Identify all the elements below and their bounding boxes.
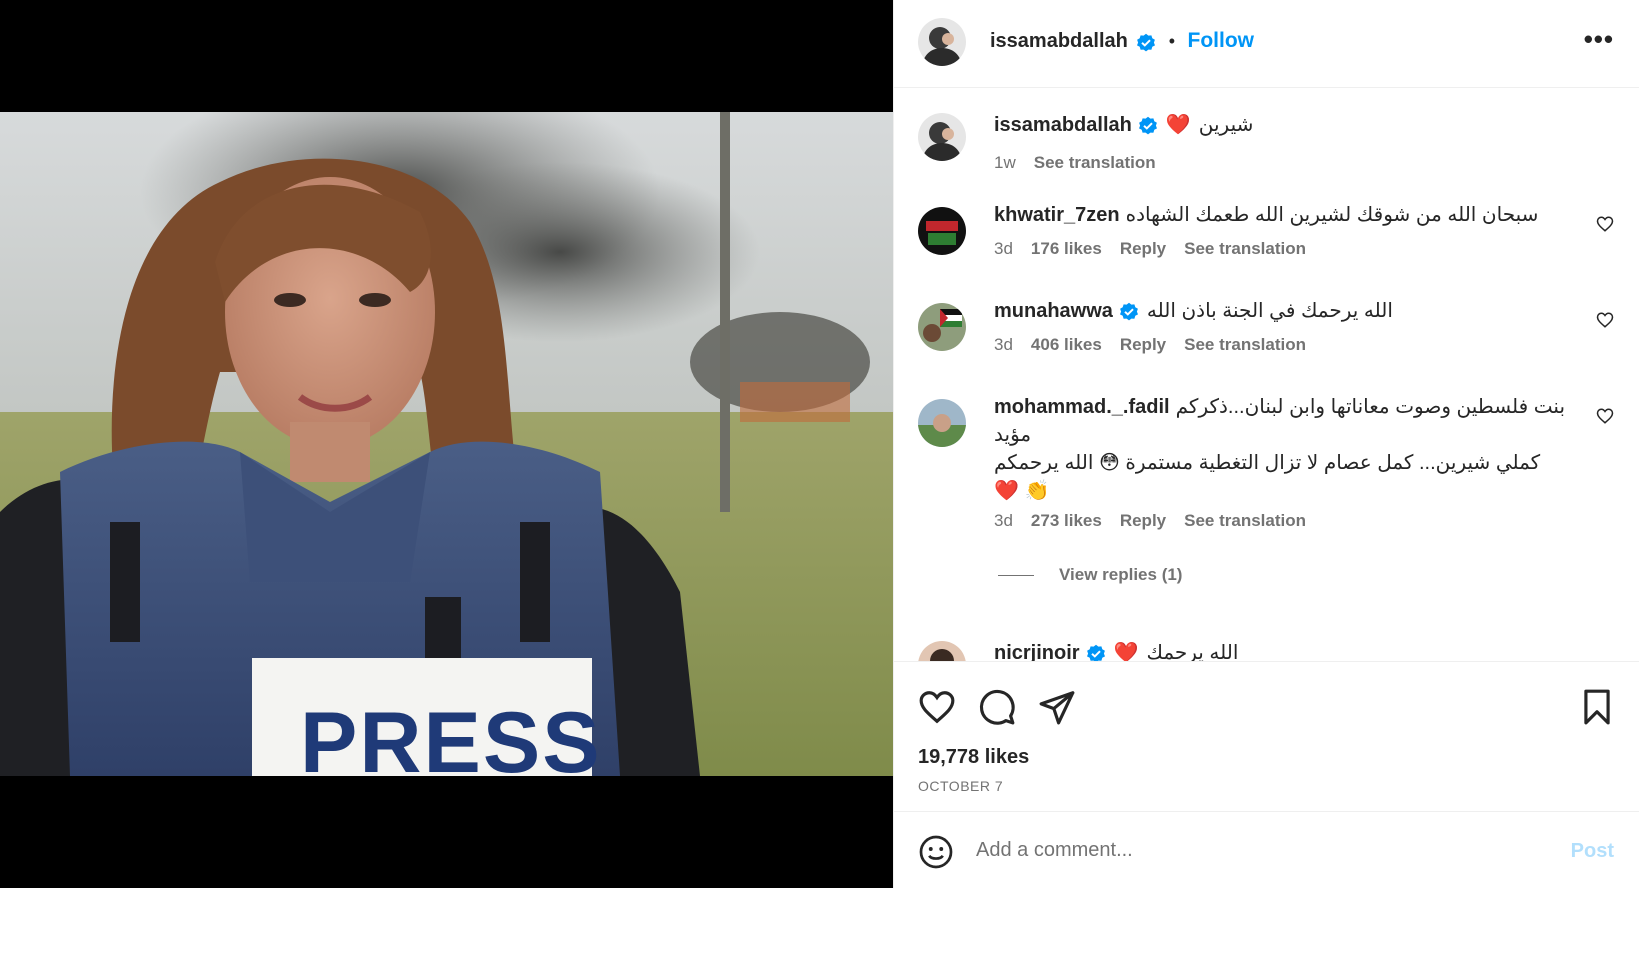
comment-text: سبحان الله من شوقك لشيرين الله طعمك الشه… [1125, 204, 1539, 226]
comment-item: munahawwa الله يرحمك في الجنة باذن الله 3… [894, 297, 1639, 377]
comment-time[interactable]: 3d [994, 335, 1013, 354]
view-replies-button[interactable]: View replies (1) [1059, 565, 1182, 585]
add-comment-input[interactable] [976, 830, 1536, 870]
post-comment-button[interactable]: Post [1571, 840, 1614, 863]
comment-reply-button[interactable]: Reply [1120, 335, 1166, 354]
caption-see-translation[interactable]: See translation [1034, 153, 1156, 172]
share-icon[interactable] [1038, 688, 1076, 726]
comment-likes[interactable]: 176 likes [1031, 239, 1102, 258]
press-patch-text: PRESS [300, 695, 602, 776]
comment-text: الله يرحمك [1146, 642, 1239, 661]
header-separator: • [1168, 31, 1176, 51]
comment-item: nicrjinoir ❤️ الله يرحمك [894, 641, 1639, 661]
post-photo: PRESS [0, 112, 893, 776]
post-header: issamabdallah • Follow ••• [894, 0, 1639, 88]
caption-emoji: ❤️ [1165, 114, 1191, 136]
post-caption: issamabdallah ❤️ شيرين 1w See translation [894, 111, 1639, 181]
comment-reply-button[interactable]: Reply [1120, 511, 1166, 530]
verified-badge-icon [1119, 302, 1138, 321]
commenter-username[interactable]: mohammad._.fadil [994, 396, 1170, 418]
comment-see-translation[interactable]: See translation [1184, 335, 1306, 354]
comments-list[interactable]: issamabdallah ❤️ شيرين 1w See translation k… [894, 89, 1639, 661]
commenter-avatar[interactable] [918, 303, 966, 351]
comment-like-heart-icon[interactable] [1596, 311, 1614, 329]
follow-button[interactable]: Follow [1188, 29, 1255, 52]
author-username[interactable]: issamabdallah [990, 30, 1128, 52]
comment-text-line2: كملي شيرين... كمل عصام لا تزال التغطية م… [994, 452, 1541, 474]
commenter-avatar[interactable] [918, 641, 966, 661]
commenter-username[interactable]: munahawwa [994, 300, 1113, 322]
post-side-panel: issamabdallah • Follow ••• issamabdallah… [893, 0, 1639, 888]
bookmark-icon[interactable] [1578, 688, 1616, 726]
emoji-icon[interactable] [918, 834, 954, 870]
caption-text: شيرين [1198, 114, 1254, 136]
post-actions: 19,778 likes OCTOBER 7 [894, 661, 1639, 811]
comment-icon[interactable] [978, 688, 1016, 726]
add-comment-bar: Post [894, 811, 1639, 888]
post-media[interactable]: PRESS [0, 0, 893, 888]
comment-like-heart-icon[interactable] [1596, 215, 1614, 233]
verified-badge-icon [1086, 644, 1105, 661]
comment-text: الله يرحمك في الجنة باذن الله [1146, 300, 1393, 322]
commenter-username[interactable]: khwatir_7zen [994, 204, 1120, 226]
commenter-avatar[interactable] [918, 399, 966, 447]
commenter-username[interactable]: nicrjinoir [994, 642, 1080, 661]
caption-username[interactable]: issamabdallah [994, 114, 1132, 136]
caption-avatar[interactable] [918, 113, 966, 161]
comment-emoji: ❤️ [1113, 642, 1139, 661]
more-options-icon[interactable]: ••• [1584, 26, 1614, 52]
comment-text-line3: ❤️ 👏 [994, 480, 1050, 502]
heart-icon[interactable] [918, 688, 956, 726]
verified-badge-icon [1137, 33, 1156, 52]
post-likes-count[interactable]: 19,778 likes [918, 746, 1029, 769]
replies-divider [998, 575, 1034, 576]
comment-item: mohammad._.fadil بنت فلسطين وصوت معاناتها… [894, 393, 1639, 593]
comment-like-heart-icon[interactable] [1596, 407, 1614, 425]
caption-time[interactable]: 1w [994, 153, 1016, 172]
author-avatar[interactable] [918, 18, 966, 66]
post-date[interactable]: OCTOBER 7 [918, 778, 1003, 794]
comment-see-translation[interactable]: See translation [1184, 239, 1306, 258]
comment-see-translation[interactable]: See translation [1184, 511, 1306, 530]
comment-reply-button[interactable]: Reply [1120, 239, 1166, 258]
comment-likes[interactable]: 406 likes [1031, 335, 1102, 354]
comment-item: khwatir_7zen سبحان الله من شوقك لشيرين ال… [894, 201, 1639, 281]
comment-time[interactable]: 3d [994, 511, 1013, 530]
commenter-avatar[interactable] [918, 207, 966, 255]
verified-badge-icon [1138, 116, 1157, 135]
comment-likes[interactable]: 273 likes [1031, 511, 1102, 530]
comment-time[interactable]: 3d [994, 239, 1013, 258]
